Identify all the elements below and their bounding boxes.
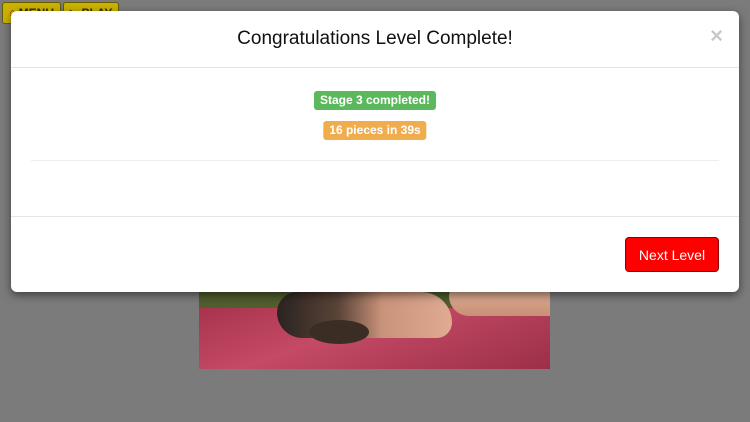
next-level-button[interactable]: Next Level xyxy=(625,237,719,272)
stage-completed-badge: Stage 3 completed! xyxy=(313,91,437,110)
dialog-title: Congratulations Level Complete! xyxy=(237,28,513,49)
level-complete-dialog: Congratulations Level Complete! × Stage … xyxy=(11,11,739,292)
dialog-body: Stage 3 completed! 16 pieces in 39s xyxy=(11,68,739,217)
dialog-header: Congratulations Level Complete! × xyxy=(11,11,739,68)
pieces-time-badge: 16 pieces in 39s xyxy=(323,121,427,140)
close-icon[interactable]: × xyxy=(710,25,723,47)
divider xyxy=(31,160,719,161)
